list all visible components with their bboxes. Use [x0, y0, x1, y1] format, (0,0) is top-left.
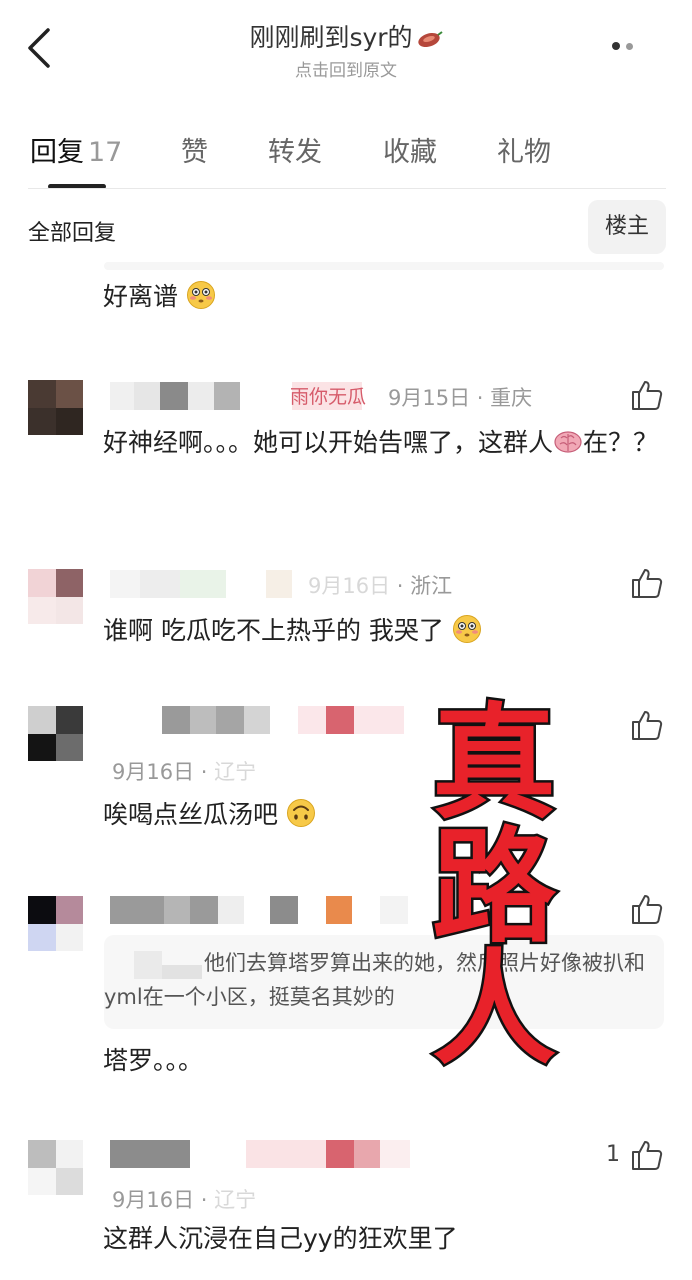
comment-2-date: 9月16日	[308, 574, 391, 598]
flushed-face-emoji-icon	[186, 281, 215, 309]
comment-5-like-count: 1	[606, 1142, 620, 1167]
comment-2-text: 谁啊 吃瓜吃不上热乎的 我哭了	[103, 616, 444, 645]
comment-3-meta: 9月16日 · 辽宁	[112, 760, 257, 784]
thumbs-up-icon[interactable]	[630, 566, 664, 600]
commenter-name-suffix: 雨你无瓜	[290, 386, 367, 408]
tab-gifts[interactable]: 礼物	[497, 130, 551, 169]
commenter-name-blurred[interactable]	[162, 706, 404, 734]
comment-5-location: 辽宁	[214, 1188, 257, 1212]
tab-likes[interactable]: 赞	[181, 130, 208, 169]
commenter-avatar[interactable]	[28, 896, 83, 951]
post-title: 刚刚刷到syr的	[0, 18, 692, 54]
back-to-original-link[interactable]: 点击回到原文	[0, 56, 692, 81]
thumbs-up-icon[interactable]	[630, 892, 664, 926]
post-title-text: 刚刚刷到syr的	[249, 23, 413, 52]
owner-only-button[interactable]: 楼主	[588, 200, 666, 254]
comment-1-text-end: 在？？	[583, 428, 659, 457]
thumbs-up-icon[interactable]	[630, 378, 664, 412]
comment-1-date: 9月15日	[388, 386, 471, 410]
brain-emoji-icon	[554, 431, 582, 453]
bottom-fade	[0, 1262, 692, 1280]
comment-2-text-block: 谁啊 吃瓜吃不上热乎的 我哭了	[103, 608, 482, 654]
all-replies-filter[interactable]: 全部回复	[28, 215, 116, 247]
flushed-face-emoji-icon	[452, 615, 481, 643]
tab-reposts[interactable]: 转发	[268, 130, 322, 169]
overlay-stamp-char-2: 路	[429, 816, 558, 960]
comment-3-location: 辽宁	[214, 760, 257, 784]
commenter-name-blurred[interactable]	[110, 896, 408, 924]
more-dots-icon[interactable]	[612, 42, 642, 54]
tabs-divider	[28, 188, 666, 189]
comment-5-text: 这群人沉浸在自己yy的狂欢里了	[103, 1224, 458, 1253]
comment-4-text: 塔罗。。。	[103, 1046, 204, 1075]
upside-down-face-emoji-icon	[286, 799, 315, 827]
comment-1-text: 好神经啊。。。她可以开始告嘿了，这群人	[103, 428, 554, 457]
commenter-avatar[interactable]	[28, 706, 83, 761]
thumbs-up-icon[interactable]	[630, 708, 664, 742]
comment-2-meta: 9月16日 · 浙江	[308, 574, 453, 598]
comment-0-text-block: 好离谱	[103, 274, 216, 320]
tab-replies-label: 回复	[30, 137, 84, 168]
overlay-stamp-char-3: 人	[429, 938, 558, 1082]
comment-3-text: 唉喝点丝瓜汤吧	[103, 800, 279, 829]
comment-3-date: 9月16日	[112, 760, 195, 784]
comment-1-location: 重庆	[490, 386, 533, 410]
commenter-avatar[interactable]	[28, 1140, 83, 1195]
thumbs-up-icon[interactable]	[630, 1138, 664, 1172]
comment-1-meta: 9月15日 · 重庆	[388, 386, 533, 410]
commenter-avatar[interactable]	[28, 380, 83, 435]
comment-5-date: 9月16日	[112, 1188, 195, 1212]
sweet-potato-emoji-icon	[417, 31, 443, 48]
comment-5-meta: 9月16日 · 辽宁	[112, 1188, 257, 1212]
tab-favorites[interactable]: 收藏	[383, 130, 437, 169]
comment-2-location: 浙江	[410, 574, 453, 598]
quoted-reply-text: 他们去算塔罗算出来的她，然后照片好像被扒和yml在一个小区，挺莫名其妙的	[104, 951, 645, 1009]
comment-3-text-block: 唉喝点丝瓜汤吧	[103, 792, 316, 838]
commenter-avatar[interactable]	[28, 569, 83, 624]
scrolled-content-edge	[104, 262, 664, 270]
commenter-name-blurred[interactable]	[110, 1140, 410, 1168]
tab-replies-count: 17	[88, 137, 123, 168]
commenter-name-blurred[interactable]	[110, 570, 292, 598]
tab-replies[interactable]: 回复 17	[30, 130, 122, 169]
comment-0-text: 好离谱	[103, 282, 179, 311]
comment-1-text-block: 好神经啊。。。她可以开始告嘿了，这群人 在？？	[103, 420, 663, 466]
overlay-stamp-char-1: 真	[429, 692, 558, 836]
